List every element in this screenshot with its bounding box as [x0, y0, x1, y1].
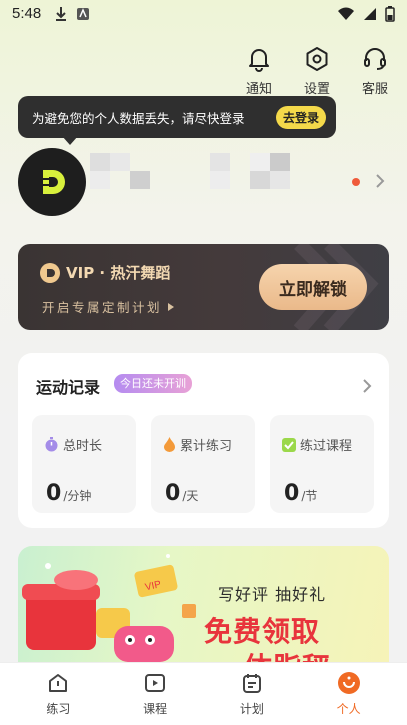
promo-title: 免费领取	[204, 615, 321, 648]
stat-label: 总时长	[63, 439, 103, 454]
stopwatch-icon	[45, 437, 58, 452]
headset-icon	[364, 48, 386, 70]
plan-icon	[242, 674, 261, 693]
unlock-button[interactable]: 立即解锁	[259, 264, 367, 310]
stat-unit: /节	[301, 489, 318, 503]
bell-icon	[249, 49, 269, 72]
vip-title-text: VIP · 热汗舞蹈	[66, 264, 171, 282]
promo-banner[interactable]: VIP 写好评 抽好礼 免费领取 体脂秤	[18, 546, 389, 662]
settings-button[interactable]: 设置	[299, 46, 335, 97]
check-icon	[282, 437, 296, 452]
stat-label: 练过课程	[300, 439, 353, 454]
customer-service-label: 客服	[361, 82, 388, 97]
tab-label: 计划	[239, 702, 264, 716]
login-tooltip-text: 为避免您的个人数据丢失，请尽快登录	[32, 110, 245, 126]
stat-practice-days[interactable]: 累计练习 0/天	[151, 415, 255, 513]
bottom-tab-bar: 练习 课程 计划 个人	[0, 662, 407, 725]
tab-courses[interactable]: 课程	[123, 671, 187, 717]
signal-icon	[364, 8, 376, 20]
stat-unit: /分钟	[63, 489, 92, 503]
app-logo-icon	[39, 170, 65, 194]
promo-prize: 体脂秤	[244, 646, 331, 662]
stat-value-line: 0/节	[284, 481, 317, 506]
record-chevron-icon[interactable]	[361, 377, 373, 395]
vip-logo-icon	[40, 262, 60, 283]
stat-unit: /天	[182, 489, 199, 503]
practice-icon	[49, 674, 68, 692]
course-icon	[145, 674, 166, 692]
record-status-badge: 今日还未开训	[114, 374, 192, 393]
avatar[interactable]	[18, 148, 86, 216]
login-tooltip: 为避免您的个人数据丢失，请尽快登录 去登录	[18, 96, 336, 145]
vip-subtitle-text: 开启专属定制计划	[42, 300, 163, 315]
profile-row[interactable]	[18, 148, 390, 218]
exercise-record-card: 运动记录 今日还未开训 总时长 0/分钟 累计练习 0/天 练过课程 0/节	[18, 353, 389, 528]
stat-label: 累计练习	[180, 439, 233, 454]
top-actions: 通知 设置 客服	[241, 46, 393, 97]
notification-button[interactable]: 通知	[241, 46, 277, 97]
promo-headline: 写好评 抽好礼	[218, 585, 327, 604]
settings-icon	[306, 47, 328, 71]
stat-courses-done[interactable]: 练过课程 0/节	[270, 415, 374, 513]
tab-label: 练习	[46, 702, 71, 716]
tab-plan[interactable]: 计划	[220, 671, 284, 717]
download-icon	[56, 7, 66, 21]
tab-profile[interactable]: 个人	[317, 671, 381, 717]
vip-card[interactable]: VIP · 热汗舞蹈 开启专属定制计划 立即解锁	[18, 244, 389, 330]
stat-value-line: 0/天	[165, 481, 198, 506]
status-time: 5:48	[12, 5, 42, 22]
username-mosaic	[90, 153, 290, 189]
tab-label: 个人	[336, 702, 361, 716]
stat-value: 0	[284, 481, 300, 506]
unread-dot	[352, 178, 360, 186]
play-triangle-icon	[168, 302, 175, 311]
tab-practice[interactable]: 练习	[26, 671, 90, 717]
status-bar: 5:48	[0, 0, 407, 28]
vip-subtitle: 开启专属定制计划	[42, 297, 176, 316]
stat-value-line: 0/分钟	[46, 481, 91, 506]
stat-value: 0	[165, 481, 181, 506]
gift-box-illustration: VIP	[22, 554, 196, 662]
flame-icon	[164, 437, 175, 452]
customer-service-button[interactable]: 客服	[357, 46, 393, 97]
tab-label: 课程	[143, 702, 168, 716]
battery-icon	[385, 6, 395, 22]
login-button[interactable]: 去登录	[275, 105, 326, 129]
vip-title: VIP · 热汗舞蹈	[40, 262, 170, 283]
settings-label: 设置	[303, 82, 330, 97]
wifi-icon	[338, 7, 354, 20]
stat-total-duration[interactable]: 总时长 0/分钟	[32, 415, 136, 513]
chevron-right-icon	[376, 174, 385, 188]
profile-icon	[337, 672, 360, 694]
notification-label: 通知	[245, 82, 272, 97]
app-notification-icon	[77, 8, 89, 20]
stat-value: 0	[46, 481, 62, 506]
record-title: 运动记录	[36, 378, 101, 397]
